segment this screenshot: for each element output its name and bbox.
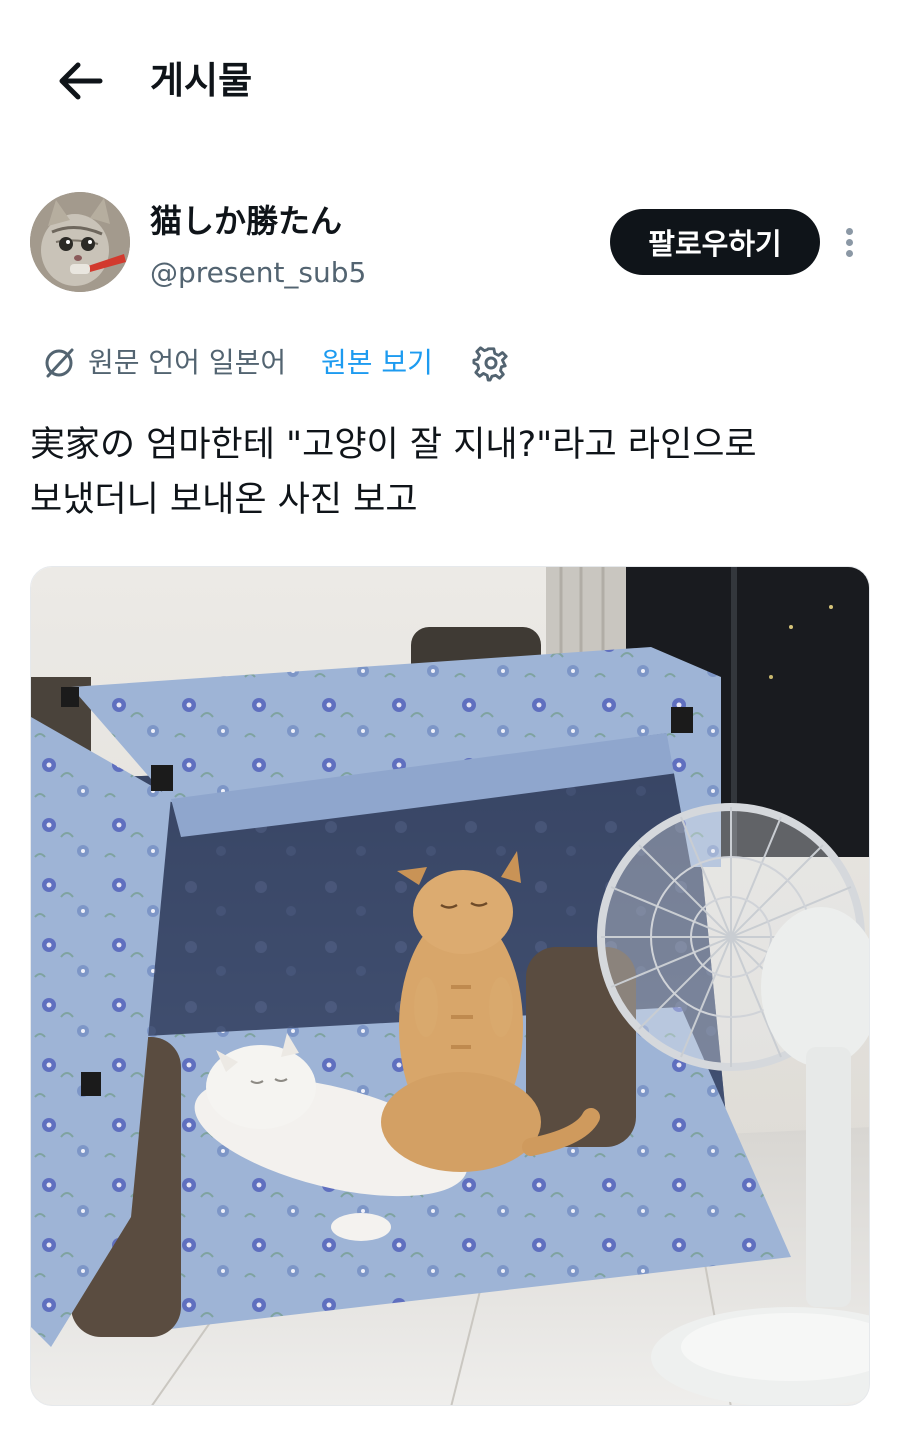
back-button[interactable] xyxy=(50,55,110,107)
post-text: 実家の 엄마한테 "고양이 잘 지내?"라고 라인으로 보냈더니 보내온 사진 … xyxy=(30,425,757,520)
post-image[interactable] xyxy=(30,566,870,1406)
arrow-left-icon xyxy=(59,62,103,100)
translate-icon xyxy=(45,348,74,378)
avatar-image xyxy=(30,192,130,292)
page-title: 게시물 xyxy=(150,59,253,102)
cats-in-tent-photo xyxy=(31,567,869,1405)
view-original-link[interactable]: 원본 보기 xyxy=(321,344,433,382)
avatar[interactable] xyxy=(30,192,130,292)
gear-icon[interactable] xyxy=(470,342,512,384)
translation-notice: 원문 언어 일본어 원본 보기 xyxy=(40,340,560,386)
follow-button[interactable]: 팔로우하기 xyxy=(610,209,820,275)
source-language-label: 원문 언어 일본어 xyxy=(88,346,287,379)
author-display-name[interactable]: 猫しか勝たん xyxy=(150,200,342,242)
more-options-button[interactable] xyxy=(830,220,870,264)
author-handle[interactable]: @present_sub5 xyxy=(150,254,366,292)
top-app-bar: 게시물 xyxy=(0,0,900,160)
